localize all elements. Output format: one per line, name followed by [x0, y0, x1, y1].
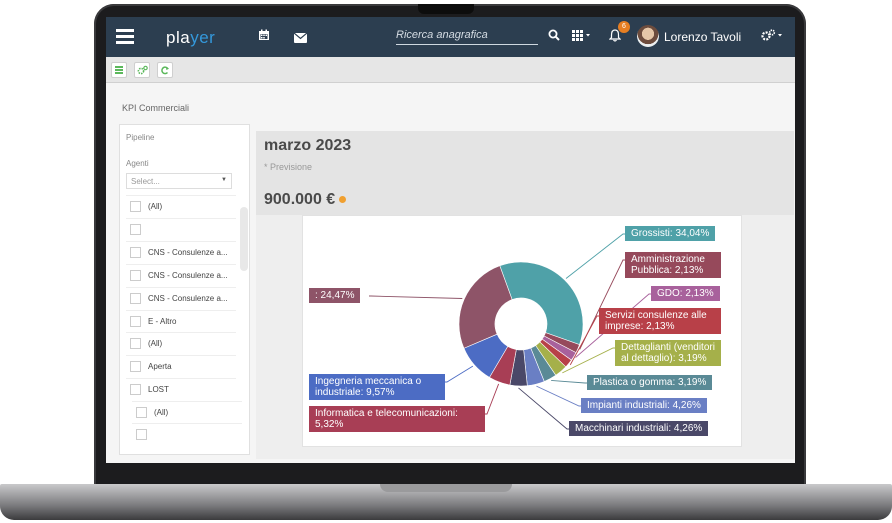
slice-leader-line: [445, 365, 474, 383]
search-icon[interactable]: [548, 29, 560, 44]
status-option-label: Aperta: [148, 362, 172, 371]
section-title: KPI Commerciali: [122, 103, 190, 113]
slice-label: : 24,47%: [309, 288, 361, 303]
kpi-value-wrap: 900.000 €: [264, 191, 347, 209]
donut-chart: Grossisti: 34,04% Amministrazione Pubblic…: [302, 215, 742, 447]
status-option-label: LOST: [148, 385, 169, 394]
slice-leader-line: [565, 233, 625, 279]
camera-notch: [418, 4, 474, 14]
slice-label: Impianti industriali: 4,26%: [581, 398, 707, 413]
slice-label: Plastica o gomma: 3,19%: [587, 375, 713, 390]
extra-option[interactable]: (All): [132, 401, 242, 423]
extra-option[interactable]: [132, 423, 242, 445]
agents-label: Agenti: [126, 159, 149, 168]
slice-label: GDO: 2,13%: [651, 286, 720, 301]
checkbox[interactable]: [136, 429, 147, 440]
checkbox[interactable]: [130, 338, 141, 349]
top-navbar: player 6 Lorenzo Tavoli: [106, 17, 795, 57]
slice-label: Informatica e telecomunicazioni: 5,32%: [309, 406, 485, 432]
status-option-label: (All): [148, 339, 163, 348]
filter-option-label: E - Altro: [148, 317, 177, 326]
slice-label: Macchinari industriali: 4,26%: [569, 421, 709, 436]
slice-leader-line: [551, 380, 587, 384]
calendar-icon[interactable]: [258, 29, 270, 44]
checkbox[interactable]: [130, 316, 141, 327]
filter-option[interactable]: CNS - Consulenze a...: [126, 264, 236, 286]
agents-select-placeholder: Select...: [131, 177, 160, 186]
slice-label: Grossisti: 34,04%: [625, 226, 716, 241]
kpi-subtitle: * Previsione: [264, 162, 313, 172]
user-avatar[interactable]: [637, 25, 659, 47]
kpi-value: 900.000 €: [264, 191, 336, 208]
search-field-wrap: [396, 25, 538, 45]
caret-down-icon: ▼: [221, 177, 227, 183]
filter-scrollbar[interactable]: [240, 207, 248, 271]
hamburger-icon[interactable]: [116, 29, 134, 45]
checkbox[interactable]: [136, 407, 147, 418]
slice-leader-line: [369, 295, 463, 299]
slice-label: Amministrazione Pubblica: 2,13%: [625, 252, 721, 278]
filter-option[interactable]: (All): [126, 195, 236, 217]
checkbox[interactable]: [130, 384, 141, 395]
extra-option-label: (All): [154, 408, 169, 417]
status-option[interactable]: Aperta: [126, 355, 236, 377]
filter-option-label: CNS - Consulenze a...: [148, 294, 228, 303]
kpi-header: marzo 2023 * Previsione 900.000 €: [256, 131, 794, 215]
agents-select[interactable]: Select... ▼: [126, 173, 232, 189]
status-option[interactable]: LOST: [126, 378, 236, 400]
checkbox[interactable]: [130, 201, 141, 212]
filter-panel: Pipeline Agenti Select... ▼ (All) CNS - …: [119, 124, 250, 455]
checkbox[interactable]: [130, 224, 141, 235]
laptop-base-lip: [380, 484, 512, 492]
filter-option[interactable]: CNS - Consulenze a...: [126, 241, 236, 263]
gears-icon[interactable]: [761, 29, 785, 44]
logo-text-part2: yer: [190, 28, 216, 47]
filter-option-label: CNS - Consulenze a...: [148, 248, 228, 257]
slice-label: Ingegneria meccanica o industriale: 9,57…: [309, 374, 445, 400]
forecast-dot-icon: [339, 196, 347, 204]
pipeline-label: Pipeline: [126, 133, 155, 142]
filter-option[interactable]: [126, 218, 236, 240]
slice-label: Dettaglianti (venditori al dettaglio): 3…: [615, 340, 721, 366]
donut-slice[interactable]: [499, 261, 584, 345]
donut-slice[interactable]: [458, 265, 513, 349]
mail-icon[interactable]: [293, 31, 308, 46]
app-logo[interactable]: player: [166, 28, 215, 48]
action-toolbar: [106, 57, 795, 83]
logo-text-part1: pla: [166, 28, 191, 47]
slice-leader-line: [485, 383, 500, 415]
checkbox[interactable]: [130, 270, 141, 281]
checkbox[interactable]: [130, 361, 141, 372]
filter-option-label: (All): [148, 202, 163, 211]
filter-option[interactable]: E - Altro: [126, 310, 236, 332]
checkbox[interactable]: [130, 293, 141, 304]
filter-option-label: CNS - Consulenze a...: [148, 271, 228, 280]
user-name[interactable]: Lorenzo Tavoli: [664, 30, 741, 44]
grid-icon[interactable]: [572, 29, 592, 44]
settings-button[interactable]: [134, 62, 150, 78]
refresh-button[interactable]: [157, 62, 173, 78]
kpi-month: marzo 2023: [264, 137, 352, 154]
slice-leader-line: [518, 387, 569, 430]
list-view-button[interactable]: [111, 62, 127, 78]
slice-label: Servizi consulenze alle imprese: 2,13%: [599, 308, 721, 334]
slice-leader-line: [536, 385, 581, 407]
search-input[interactable]: [396, 26, 536, 44]
status-option[interactable]: (All): [126, 332, 236, 354]
app-screen: player 6 Lorenzo Tavoli: [106, 17, 795, 463]
kpi-card: marzo 2023 * Previsione 900.000 € Grossi…: [256, 131, 794, 459]
filter-option[interactable]: CNS - Consulenze a...: [126, 287, 236, 309]
laptop-frame: player 6 Lorenzo Tavoli: [0, 0, 892, 523]
checkbox[interactable]: [130, 247, 141, 258]
notification-badge: 6: [618, 21, 630, 33]
